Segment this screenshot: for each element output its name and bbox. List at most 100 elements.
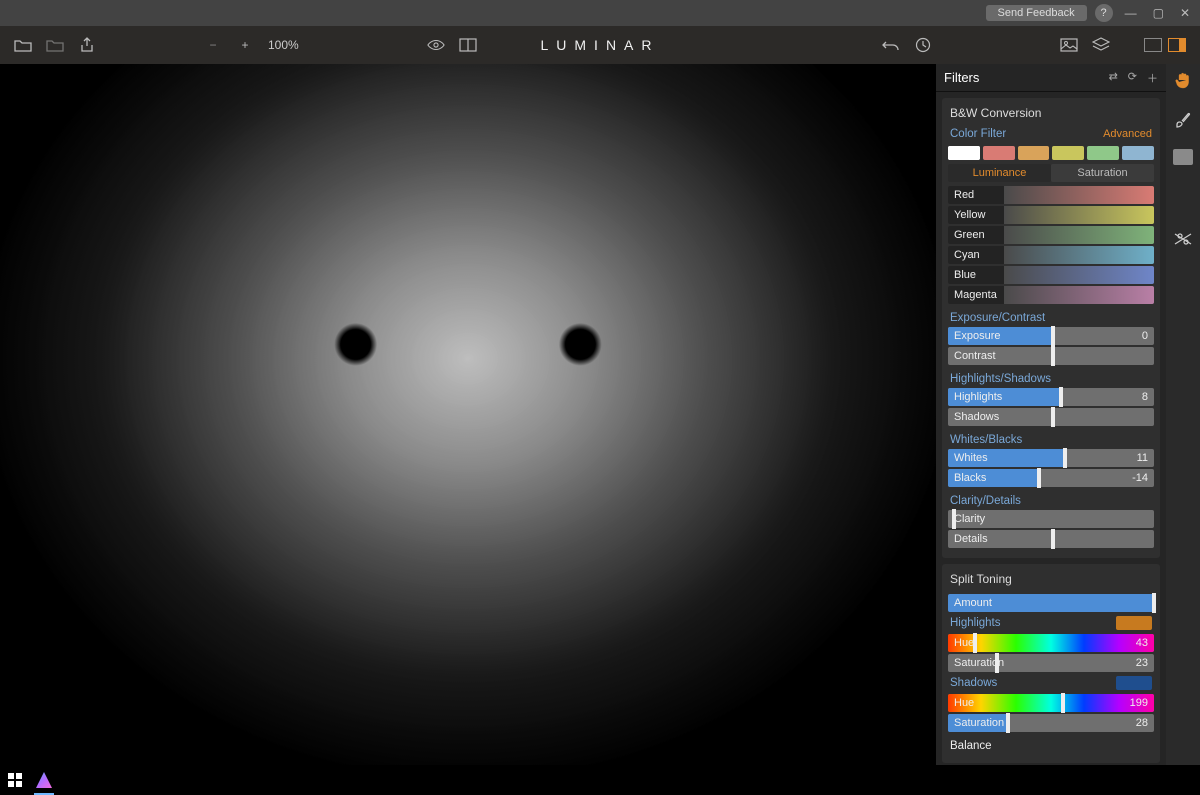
hl-sat-value: 23 (1136, 657, 1148, 669)
section-highlights-shadows: Highlights/Shadows (950, 373, 1152, 385)
send-feedback-button[interactable]: Send Feedback (986, 5, 1087, 21)
preview-eye-icon[interactable] (427, 36, 445, 54)
channel-label: Cyan (948, 246, 1004, 264)
slider-whites[interactable]: Whites 11 (948, 449, 1154, 467)
section-whites-blacks: Whites/Blacks (950, 434, 1152, 446)
split-toning-block: Split Toning Amount Highlights Hue 43 Sa… (942, 564, 1160, 763)
panel-layout-none[interactable] (1144, 38, 1162, 52)
filters-title: Filters (944, 70, 979, 85)
channel-green[interactable]: Green (948, 226, 1154, 244)
slider-details[interactable]: Details (948, 530, 1154, 548)
channel-label: Yellow (948, 206, 1004, 224)
zoom-level[interactable]: 100% (268, 38, 299, 52)
channel-blue[interactable]: Blue (948, 266, 1154, 284)
taskbar-app-luminar[interactable] (32, 768, 56, 792)
zoom-in-icon[interactable]: + (236, 36, 254, 54)
highlights-value: 8 (1142, 391, 1148, 403)
crop-tool-icon[interactable] (1172, 228, 1194, 250)
highlights-color-chip[interactable] (1116, 616, 1152, 630)
recent-folder-icon[interactable] (46, 36, 64, 54)
channel-label: Green (948, 226, 1004, 244)
help-button[interactable]: ? (1095, 4, 1113, 22)
slider-highlights-hue[interactable]: Hue 43 (948, 634, 1154, 652)
whites-value: 11 (1137, 452, 1148, 464)
luminar-app-icon (34, 770, 54, 790)
brush-tool-icon[interactable] (1172, 108, 1194, 130)
section-clarity-details: Clarity/Details (950, 495, 1152, 507)
slider-shadows-sat[interactable]: Saturation 28 (948, 714, 1154, 732)
app-toolbar: − + 100% LUMINAR (0, 26, 1200, 64)
whites-label: Whites (954, 452, 988, 464)
channel-gradient (1004, 246, 1154, 264)
gradient-tool-icon[interactable] (1172, 146, 1194, 168)
swatch-4[interactable] (1087, 146, 1119, 160)
windows-taskbar (0, 765, 1200, 795)
blacks-value: -14 (1132, 472, 1148, 484)
slider-exposure[interactable]: Exposure 0 (948, 327, 1154, 345)
hl-hue-value: 43 (1136, 637, 1148, 649)
image-canvas[interactable] (0, 64, 936, 765)
blacks-label: Blacks (954, 472, 986, 484)
reset-icon[interactable]: ⟳ (1128, 70, 1137, 86)
slider-blacks[interactable]: Blacks -14 (948, 469, 1154, 487)
section-exposure-contrast: Exposure/Contrast (950, 312, 1152, 324)
channel-gradient (1004, 226, 1154, 244)
contrast-label: Contrast (954, 350, 996, 362)
export-icon[interactable] (78, 36, 96, 54)
advanced-toggle[interactable]: Advanced (1103, 128, 1152, 140)
history-icon[interactable] (914, 36, 932, 54)
slider-highlights-sat[interactable]: Saturation 23 (948, 654, 1154, 672)
channel-list: Red Yellow Green Cyan Blue Magenta (948, 186, 1154, 304)
split-toning-title: Split Toning (948, 570, 1154, 592)
filters-scroll[interactable]: B&W Conversion Color Filter Advanced Lum… (936, 92, 1166, 765)
sh-hue-value: 199 (1130, 697, 1148, 709)
channel-gradient (1004, 266, 1154, 284)
color-filter-label: Color Filter (950, 128, 1006, 140)
layers-icon[interactable] (1092, 36, 1110, 54)
slider-shadows-hue[interactable]: Hue 199 (948, 694, 1154, 712)
channel-cyan[interactable]: Cyan (948, 246, 1154, 264)
slider-highlights[interactable]: Highlights 8 (948, 388, 1154, 406)
exposure-value: 0 (1142, 330, 1148, 342)
presets-icon[interactable]: ⇄ (1109, 70, 1118, 86)
channel-label: Red (948, 186, 1004, 204)
add-filter-icon[interactable]: ＋ (1147, 70, 1158, 86)
close-button[interactable]: ✕ (1176, 6, 1194, 20)
compare-split-icon[interactable] (459, 36, 477, 54)
st-balance-title: Balance (950, 740, 1152, 752)
undo-icon[interactable] (882, 36, 900, 54)
slider-clarity[interactable]: Clarity (948, 510, 1154, 528)
slider-contrast[interactable]: Contrast (948, 347, 1154, 365)
tab-luminance[interactable]: Luminance (948, 164, 1051, 182)
swatch-0[interactable] (948, 146, 980, 160)
minimize-button[interactable]: — (1121, 6, 1141, 20)
zoom-out-icon[interactable]: − (204, 36, 222, 54)
exposure-label: Exposure (954, 330, 1000, 342)
swatch-3[interactable] (1052, 146, 1084, 160)
maximize-button[interactable]: ▢ (1149, 6, 1168, 20)
image-icon[interactable] (1060, 36, 1078, 54)
slider-amount[interactable]: Amount (948, 594, 1154, 612)
start-button[interactable] (8, 773, 22, 787)
open-folder-icon[interactable] (14, 36, 32, 54)
channel-red[interactable]: Red (948, 186, 1154, 204)
app-brand: LUMINAR (540, 37, 659, 53)
shadows-color-chip[interactable] (1116, 676, 1152, 690)
slider-shadows[interactable]: Shadows (948, 408, 1154, 426)
swatch-2[interactable] (1018, 146, 1050, 160)
panel-layout-right[interactable] (1168, 38, 1186, 52)
swatch-5[interactable] (1122, 146, 1154, 160)
highlights-label: Highlights (954, 391, 1002, 403)
channel-gradient (1004, 286, 1154, 304)
st-shadows-title: Shadows (950, 677, 997, 689)
tab-saturation[interactable]: Saturation (1051, 164, 1154, 182)
channel-label: Magenta (948, 286, 1004, 304)
hl-hue-label: Hue (954, 637, 974, 649)
channel-yellow[interactable]: Yellow (948, 206, 1154, 224)
channel-magenta[interactable]: Magenta (948, 286, 1154, 304)
main-area: Filters ⇄ ⟳ ＋ B&W Conversion Color Filte… (0, 64, 1200, 765)
swatch-1[interactable] (983, 146, 1015, 160)
sh-sat-label: Saturation (954, 717, 1004, 729)
hand-tool-icon[interactable] (1172, 70, 1194, 92)
sh-sat-value: 28 (1136, 717, 1148, 729)
